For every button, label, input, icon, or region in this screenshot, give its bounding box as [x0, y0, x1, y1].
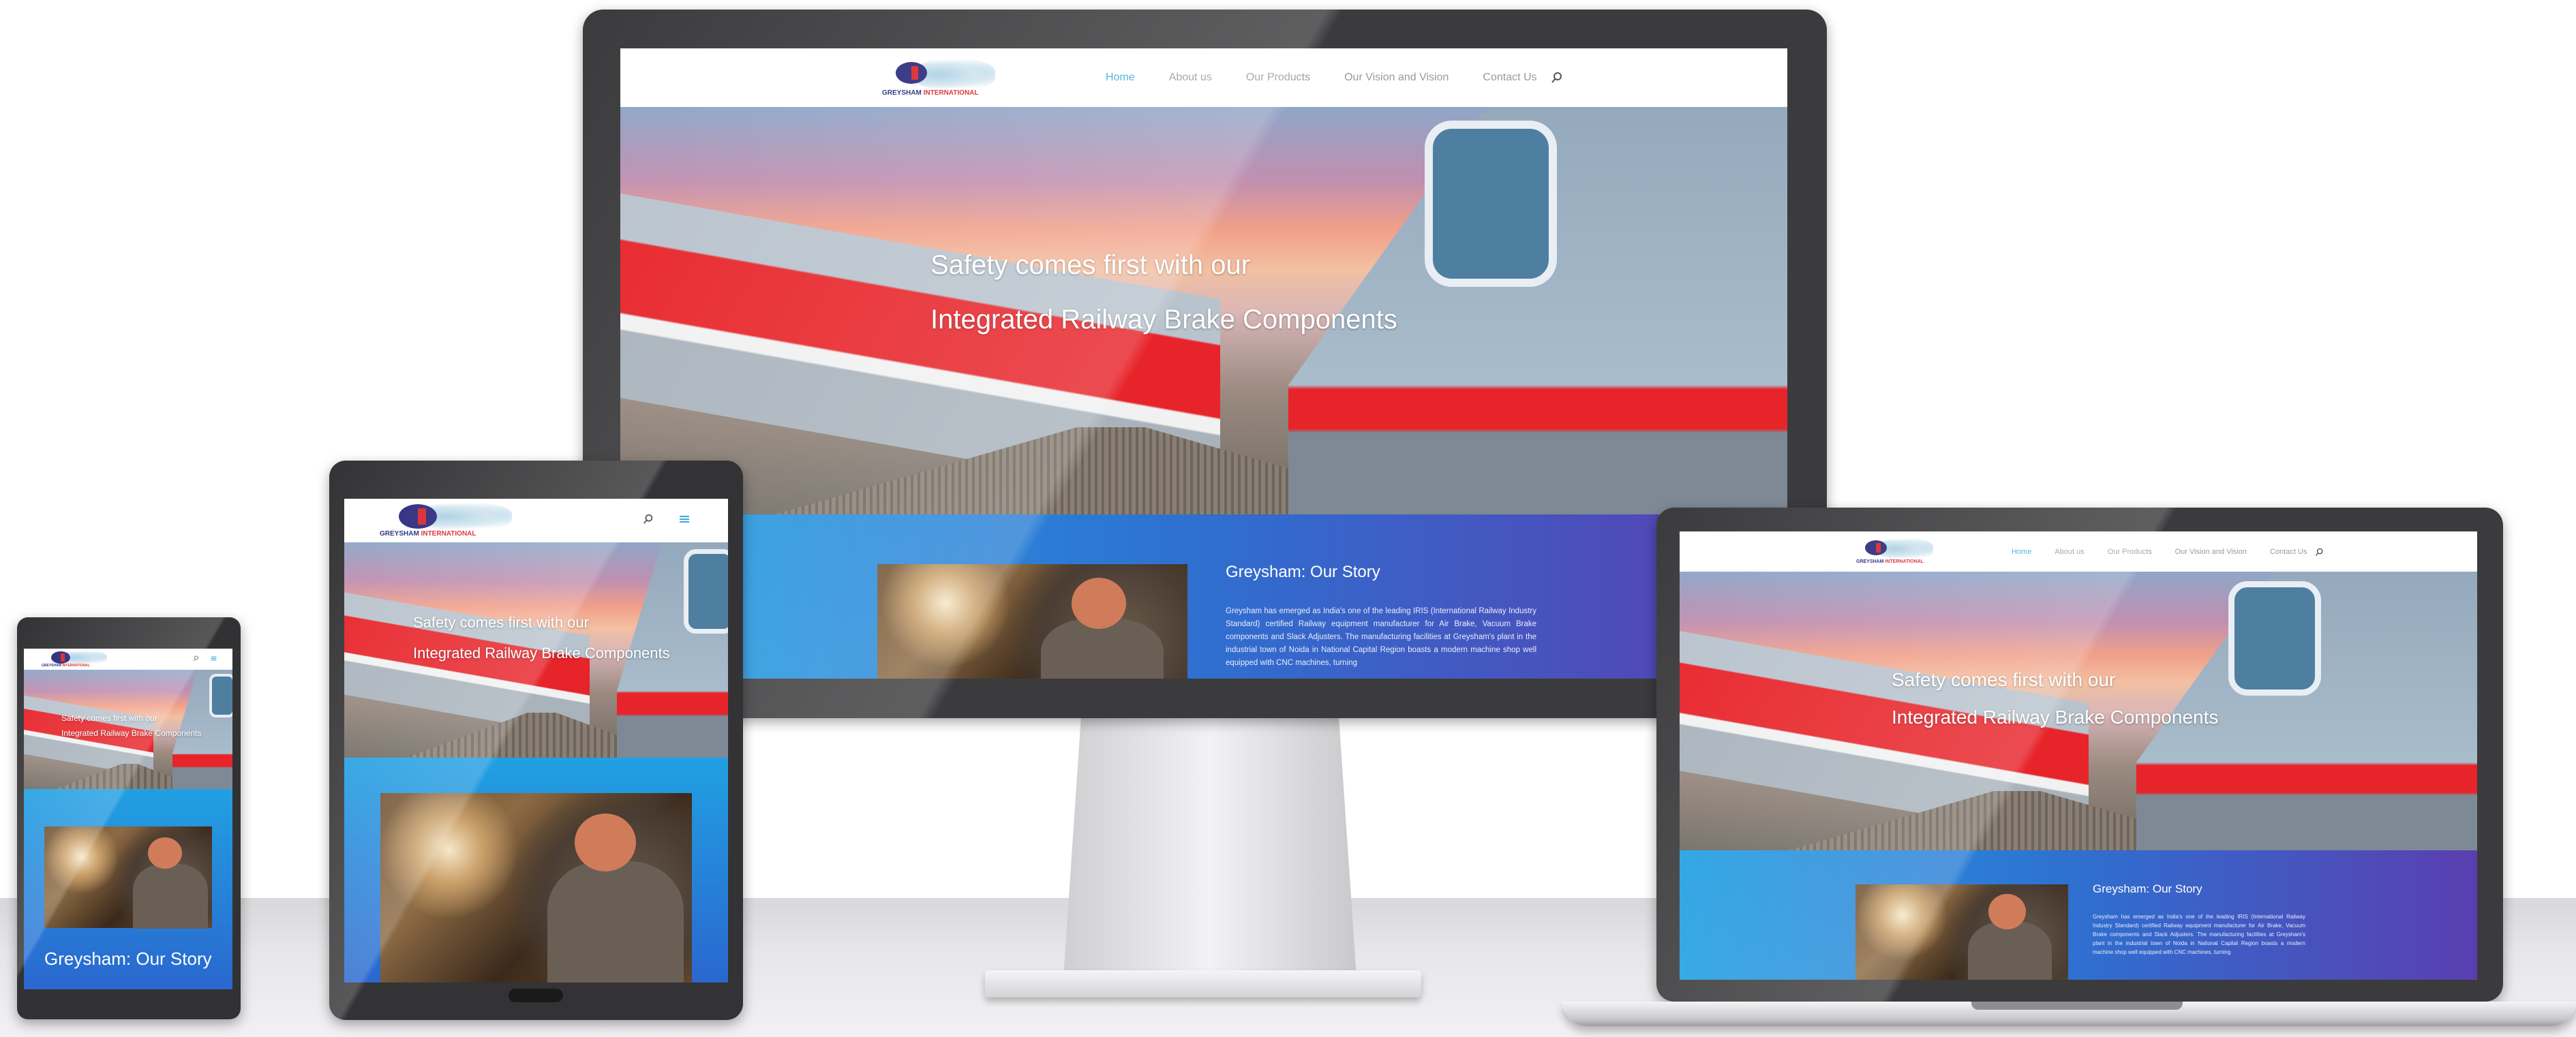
main-menu: Home About us Our Products Our Vision an…	[2012, 544, 2324, 560]
nav-contact-us[interactable]: Contact Us	[2270, 548, 2307, 556]
tablet-screen: GREYSHAM INTERNATIONAL Safety comes firs…	[344, 499, 728, 982]
logo-mark	[399, 504, 437, 529]
story-title: Greysham: Our Story	[44, 948, 212, 969]
phone: GREYSHAM INTERNATIONAL Safety comes firs…	[17, 617, 241, 1019]
laptop-hinge-notch	[1971, 1002, 2183, 1010]
hero-line-1: Safety comes first with our	[1892, 669, 2116, 690]
nav-home[interactable]: Home	[1106, 72, 1135, 84]
laptop-screen: GREYSHAM INTERNATIONAL Home About us Our…	[1680, 531, 2477, 980]
hero-banner: Safety comes first with our Integrated R…	[24, 670, 232, 789]
story-section: Greysham: Our Story Greysham has emerged…	[1680, 850, 2477, 980]
hero-window	[684, 549, 728, 634]
laptop: GREYSHAM INTERNATIONAL Home About us Our…	[1562, 508, 2576, 1037]
logo[interactable]: GREYSHAM INTERNATIONAL	[40, 650, 108, 668]
hero-window	[2228, 581, 2321, 696]
nav-about-us[interactable]: About us	[2055, 548, 2084, 556]
story-section	[344, 758, 728, 982]
story-photo	[380, 793, 692, 982]
nav-our-products[interactable]: Our Products	[2108, 548, 2152, 556]
logo-text-accent: INTERNATIONAL	[421, 530, 476, 538]
navbar: GREYSHAM INTERNATIONAL	[344, 499, 728, 542]
logo-text-main: GREYSHAM	[1856, 559, 1884, 564]
logo-text-main: GREYSHAM	[42, 664, 61, 668]
nav-vision[interactable]: Our Vision and Vision	[2175, 548, 2247, 556]
nav-our-products[interactable]: Our Products	[1246, 72, 1310, 84]
nav-contact-us[interactable]: Contact Us	[1483, 72, 1536, 84]
hero-banner: Safety comes first with our Integrated R…	[344, 542, 728, 758]
search-icon[interactable]	[193, 655, 199, 662]
story-title: Greysham: Our Story	[2093, 882, 2202, 895]
logo[interactable]: GREYSHAM INTERNATIONAL	[879, 58, 1002, 99]
search-icon[interactable]	[643, 514, 654, 525]
hero-window	[1425, 121, 1557, 287]
monitor-stand-base	[985, 970, 1421, 997]
navbar: GREYSHAM INTERNATIONAL	[24, 649, 232, 670]
hero-line-2: Integrated Railway Brake Components	[413, 645, 670, 662]
logo-text-accent: INTERNATIONAL	[923, 89, 979, 97]
hero-line-2: Integrated Railway Brake Components	[61, 728, 202, 738]
story-photo	[44, 826, 212, 929]
hero-line-1: Safety comes first with our	[930, 250, 1251, 280]
hero-line-2: Integrated Railway Brake Components	[1892, 707, 2219, 728]
hero-banner: Safety comes first with our Integrated R…	[1680, 572, 2477, 850]
hamburger-menu-icon[interactable]	[211, 655, 217, 662]
logo-text-accent: INTERNATIONAL	[62, 664, 90, 668]
hero-line-2: Integrated Railway Brake Components	[930, 305, 1397, 335]
story-body: Greysham has emerged as India's one of t…	[1226, 607, 1536, 667]
logo-mark	[51, 651, 70, 664]
navbar: GREYSHAM INTERNATIONAL Home About us Our…	[620, 48, 1787, 107]
logo-mark	[1865, 540, 1887, 555]
hero-window	[209, 674, 232, 717]
main-menu: Home About us Our Products Our Vision an…	[1106, 66, 1563, 89]
phone-screen: GREYSHAM INTERNATIONAL Safety comes firs…	[24, 649, 232, 989]
tablet-home-button[interactable]	[509, 989, 563, 1002]
monitor-stand-neck	[1063, 718, 1357, 977]
search-icon[interactable]	[2315, 548, 2324, 557]
logo-text-accent: INTERNATIONAL	[1885, 559, 1924, 564]
search-icon[interactable]	[1551, 72, 1563, 84]
logo-text-main: GREYSHAM	[882, 89, 922, 97]
logo-mark	[896, 62, 927, 84]
story-photo	[1855, 884, 2068, 980]
tablet: GREYSHAM INTERNATIONAL Safety comes firs…	[329, 461, 743, 1020]
story-body: Greysham has emerged as India's one of t…	[2093, 914, 2305, 955]
nav-vision[interactable]: Our Vision and Vision	[1344, 72, 1449, 84]
logo[interactable]: GREYSHAM INTERNATIONAL	[1854, 538, 1936, 566]
logo[interactable]: GREYSHAM INTERNATIONAL	[377, 501, 513, 540]
hero-line-1: Safety comes first with our	[61, 713, 157, 723]
navbar: GREYSHAM INTERNATIONAL Home About us Our…	[1680, 531, 2477, 572]
story-section: Greysham: Our Story	[24, 789, 232, 989]
logo-text-main: GREYSHAM	[380, 530, 419, 538]
nav-about-us[interactable]: About us	[1169, 72, 1212, 84]
nav-home[interactable]: Home	[2012, 548, 2031, 556]
hero-banner: Safety comes first with our Integrated R…	[620, 107, 1787, 514]
story-photo	[877, 564, 1187, 679]
hamburger-menu-icon[interactable]	[679, 514, 690, 525]
hero-line-1: Safety comes first with our	[413, 614, 589, 631]
story-title: Greysham: Our Story	[1226, 563, 1380, 581]
